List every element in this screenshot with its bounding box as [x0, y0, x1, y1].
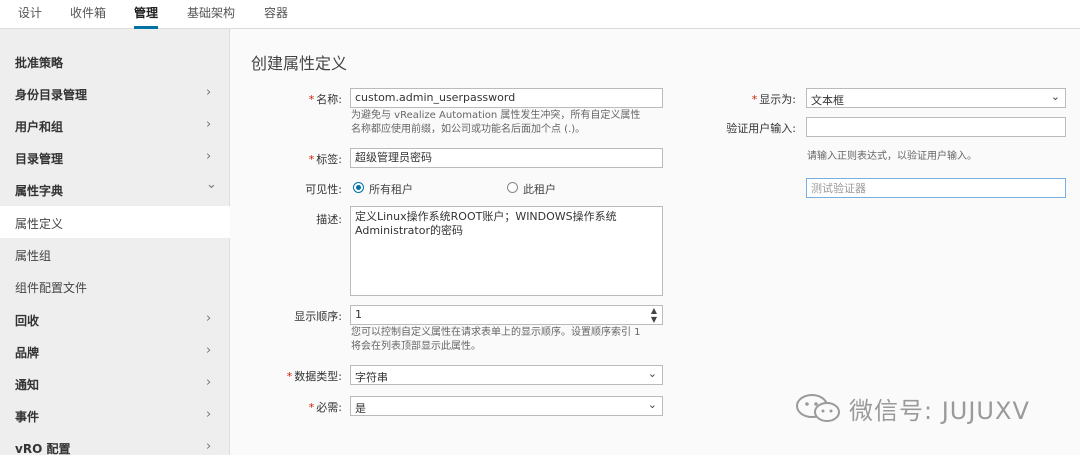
- tag-label: * 标签:: [308, 153, 342, 166]
- sidebar-item-property-definitions[interactable]: 属性定义: [0, 206, 230, 238]
- tab-infrastructure[interactable]: 基础架构: [187, 4, 235, 29]
- sidebar-item-label: vRO 配置: [15, 442, 71, 455]
- validate-help-text: 请输入正则表达式，以验证用户输入。: [807, 151, 977, 162]
- test-validator-input[interactable]: [806, 178, 1066, 198]
- watermark-text: 微信号: JUJUXV: [849, 397, 1030, 425]
- chevron-down-icon: ⌄: [647, 398, 657, 411]
- tab-containers[interactable]: 容器: [264, 4, 288, 29]
- sidebar-item-catalog-management[interactable]: 目录管理 ›: [0, 141, 230, 173]
- validate-input-label: 验证用户输入:: [726, 122, 796, 135]
- sidebar-item-label: 属性字典: [15, 184, 64, 198]
- sidebar-item-directories-management[interactable]: 身份目录管理 ›: [0, 77, 230, 109]
- top-navigation: 设计 收件箱 管理 基础架构 容器: [0, 0, 1080, 29]
- data-type-select[interactable]: 字符串 ⌄: [350, 365, 663, 385]
- sidebar-item-label: 组件配置文件: [15, 281, 88, 295]
- name-help-text: 为避免与 vRealize Automation 属性发生冲突，所有自定义属性 …: [351, 110, 641, 135]
- sidebar-item-label: 通知: [15, 378, 40, 392]
- sidebar-item-branding[interactable]: 品牌 ›: [0, 335, 230, 367]
- display-as-select[interactable]: 文本框 ⌄: [806, 88, 1066, 108]
- name-field[interactable]: custom.admin_userpassword: [350, 88, 663, 108]
- required-select[interactable]: 是 ⌄: [350, 396, 663, 416]
- chevron-right-icon: ›: [206, 311, 212, 326]
- chevron-down-icon: ⌄: [647, 367, 657, 380]
- page-title: 创建属性定义: [251, 54, 348, 73]
- tab-administration[interactable]: 管理: [134, 4, 159, 29]
- chevron-right-icon: ›: [206, 149, 212, 164]
- sidebar-item-notifications[interactable]: 通知 ›: [0, 367, 230, 399]
- sidebar-item-vro-configuration[interactable]: vRO 配置 ›: [0, 431, 230, 455]
- chevron-right-icon: ›: [206, 407, 212, 422]
- display-order-stepper[interactable]: 1 ▲ ▼: [350, 305, 663, 325]
- radio-unchecked-icon: [507, 182, 518, 193]
- sidebar-item-users-groups[interactable]: 用户和组 ›: [0, 109, 230, 141]
- chevron-right-icon: ›: [206, 439, 212, 454]
- radio-checked-icon: [353, 182, 364, 193]
- sidebar-item-component-profiles[interactable]: 组件配置文件: [0, 270, 230, 302]
- tab-design[interactable]: 设计: [18, 4, 42, 29]
- display-order-help-text: 您可以控制自定义属性在请求表单上的显示顺序。设置顺序索引 1 将会在列表顶部显示…: [351, 327, 641, 352]
- tag-field[interactable]: 超级管理员密码: [350, 148, 663, 168]
- chevron-right-icon: ›: [206, 375, 212, 390]
- visibility-label: 可见性:: [305, 183, 342, 196]
- sidebar-item-events[interactable]: 事件 ›: [0, 399, 230, 431]
- display-order-label: 显示顺序:: [294, 310, 342, 323]
- visibility-all-tenants-radio[interactable]: 所有租户: [353, 181, 433, 196]
- chevron-right-icon: ›: [206, 343, 212, 358]
- sidebar-item-label: 回收: [15, 314, 40, 328]
- sidebar: 批准策略 身份目录管理 › 用户和组 › 目录管理 › 属性字典 ⌄ 属性定义 …: [0, 29, 230, 455]
- sidebar-item-label: 批准策略: [15, 56, 64, 70]
- description-label: 描述:: [316, 213, 342, 226]
- required-label: * 必需:: [308, 401, 342, 414]
- validate-regex-field[interactable]: [806, 117, 1066, 137]
- stepper-arrows-icon[interactable]: ▲ ▼: [649, 306, 659, 324]
- tab-inbox[interactable]: 收件箱: [70, 4, 106, 29]
- chevron-right-icon: ›: [206, 117, 212, 132]
- description-textarea[interactable]: 定义Linux操作系统ROOT账户；WINDOWS操作系统 Administra…: [350, 206, 663, 296]
- sidebar-item-label: 属性定义: [15, 217, 64, 231]
- sidebar-item-label: 属性组: [15, 249, 52, 263]
- sidebar-item-reclamation[interactable]: 回收 ›: [0, 303, 230, 335]
- wechat-icon: [796, 394, 840, 422]
- sidebar-item-property-dictionary[interactable]: 属性字典 ⌄: [0, 173, 230, 205]
- display-as-label: * 显示为:: [751, 93, 796, 106]
- sidebar-item-label: 事件: [15, 410, 40, 424]
- chevron-right-icon: ›: [206, 85, 212, 100]
- sidebar-item-property-groups[interactable]: 属性组: [0, 238, 230, 270]
- sidebar-item-label: 品牌: [15, 346, 40, 360]
- visibility-this-tenant-radio[interactable]: 此租户: [507, 181, 577, 196]
- chevron-down-icon: ⌄: [206, 177, 217, 192]
- sidebar-item-approval-policies[interactable]: 批准策略: [0, 45, 230, 77]
- chevron-down-icon: ⌄: [1050, 90, 1060, 103]
- sidebar-item-label: 用户和组: [15, 120, 64, 134]
- sidebar-item-label: 身份目录管理: [15, 88, 88, 102]
- name-label: * 名称:: [308, 93, 342, 106]
- sidebar-item-label: 目录管理: [15, 152, 64, 166]
- data-type-label: * 数据类型:: [286, 370, 342, 383]
